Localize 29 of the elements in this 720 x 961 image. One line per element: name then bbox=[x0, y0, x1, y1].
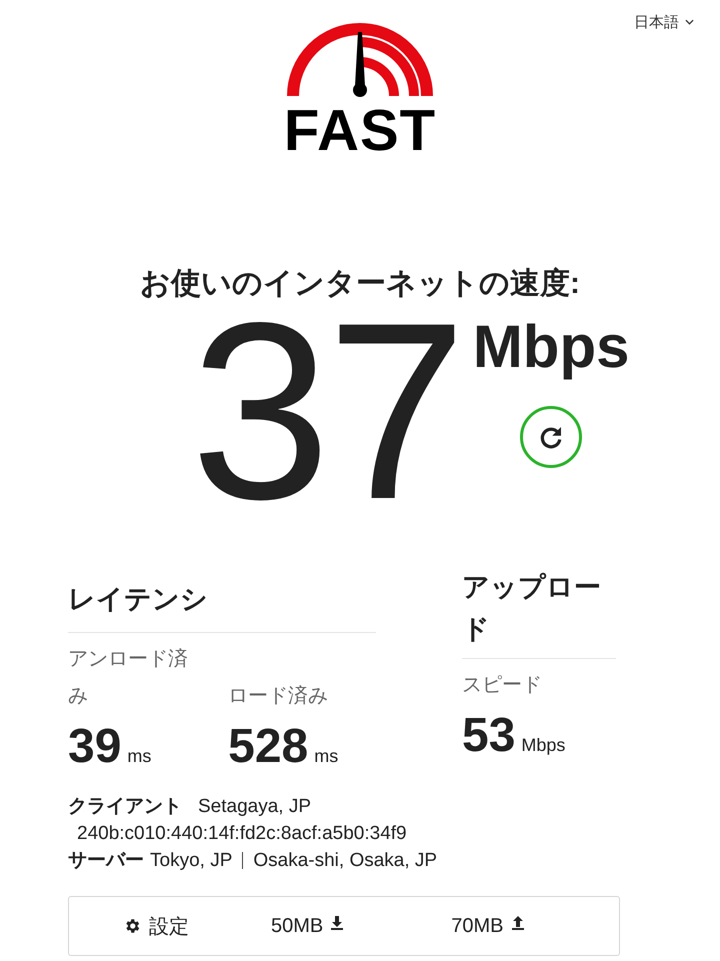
client-label: クライアント bbox=[68, 795, 182, 819]
section-title: アップロード bbox=[462, 566, 616, 659]
download-icon bbox=[331, 916, 344, 930]
caret-icon bbox=[685, 19, 694, 25]
language-selector[interactable]: 日本語 bbox=[634, 12, 694, 32]
metric-value: 39 bbox=[68, 721, 122, 773]
server-location: Osaka-shi, Osaka, JP bbox=[253, 849, 438, 873]
section-title: レイテンシ bbox=[68, 566, 376, 633]
metric-label: ロード済み bbox=[228, 684, 330, 709]
speed-heading: お使いのインターネットの速度: bbox=[139, 266, 581, 302]
server-label: サーバー bbox=[68, 849, 144, 873]
separator bbox=[242, 852, 244, 869]
client-ip: 240b:c010:440:14f:fd2c:8acf:a5b0:34f9 bbox=[77, 822, 407, 846]
speed-value: 37 bbox=[190, 302, 463, 522]
metric-value: 528 bbox=[228, 721, 308, 773]
download-size: 50MB bbox=[271, 914, 324, 938]
upload-size: 70MB bbox=[451, 914, 504, 938]
metric-unit: Mbps bbox=[521, 735, 566, 756]
upload-icon bbox=[512, 916, 524, 930]
metric-unit: ms bbox=[314, 746, 338, 767]
client-location: Setagaya, JP bbox=[198, 795, 312, 819]
metric-value: 53 bbox=[462, 710, 516, 762]
metric-label: スピード bbox=[462, 673, 543, 698]
metric-unit: ms bbox=[127, 746, 152, 767]
server-location: Tokyo, JP bbox=[150, 849, 232, 873]
metric-label: アンロード済み bbox=[68, 647, 189, 709]
settings-button[interactable]: 設定 bbox=[123, 912, 189, 940]
speed-unit: Mbps bbox=[472, 312, 630, 382]
logo-wordmark: FAST bbox=[284, 102, 436, 160]
